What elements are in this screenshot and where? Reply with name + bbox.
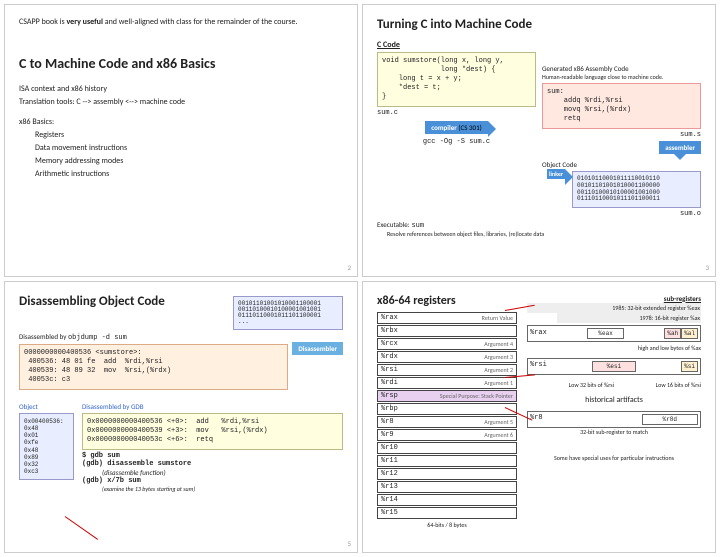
obj-code: 01010110001011110010110 0010110100101000…	[572, 171, 701, 207]
slide-title: C to Machine Code and x86 Basics	[19, 55, 343, 72]
rax-diagram: %rax %eax %ah%al	[527, 325, 701, 342]
slide-title: x86-64 registers	[377, 294, 517, 308]
register-row: %r15	[377, 507, 517, 519]
register-row: %rdxArgument 3	[377, 351, 517, 363]
line: Registers	[35, 130, 343, 140]
obj-heading: Object Code	[542, 160, 701, 169]
c-code-heading: C Code	[377, 40, 536, 50]
footer: Some have special uses for particular in…	[527, 454, 701, 462]
line: ISA context and x86 history	[19, 84, 343, 94]
line: Memory addressing modes	[35, 156, 343, 166]
line: x86 Basics:	[19, 117, 343, 127]
page-number: 5	[347, 539, 351, 548]
asm-sub: Human-readable language close to machine…	[542, 73, 701, 81]
hist-1978: 1978: 16-bit register %ax	[557, 313, 701, 323]
register-list: %raxReturn Value%rbx%rcxArgument 4%rdxAr…	[377, 312, 517, 519]
r8-diagram: %r8 %r8d	[527, 411, 701, 428]
slide-4: x86-64 registers %raxReturn Value%rbx%rc…	[362, 281, 716, 554]
register-row: %r11	[377, 455, 517, 467]
rsi-labels: Low 32 bits of %rsiLow 16 bits of %rsi	[527, 381, 701, 389]
slide-title: Disassembling Object Code	[19, 294, 227, 332]
r8d-note: 32-bit sub-register to match	[527, 428, 701, 436]
object-heading: Object	[19, 402, 74, 411]
hist-heading: historical artifacts	[527, 395, 701, 405]
gdb-heading: Disassembled by GDB	[82, 402, 343, 411]
register-row: %r12	[377, 468, 517, 480]
assembler-arrow: assembler	[659, 141, 701, 154]
hex-bytes: 0x00400536: 0x48 0x01 0xfe 0x48 0x89 0x3…	[19, 413, 74, 481]
filename: sum.c	[377, 109, 536, 117]
line: Arithmetic instructions	[35, 169, 343, 179]
filename: sum.s	[542, 131, 701, 139]
hist-1985: 1985: 32-bit extended register %eax	[527, 303, 701, 313]
slide-title: Turning C into Machine Code	[377, 17, 701, 32]
register-row: %rspSpecial Purpose: Stack Pointer	[377, 390, 517, 402]
disasm-by: Disassembled by objdump -d sum	[19, 332, 343, 342]
register-row: %r9Argument 6	[377, 429, 517, 441]
exe-line: Executable: sum	[377, 220, 701, 230]
register-row: %raxReturn Value	[377, 312, 517, 324]
slide-1: CSAPP book is very useful and well-align…	[4, 4, 358, 277]
note: CSAPP book is very useful and well-align…	[19, 17, 343, 27]
filename: sum.o	[542, 210, 701, 218]
ahl-note: high and low bytes of %ax	[527, 344, 701, 352]
gcc-cmd: gcc -Og -S sum.c	[377, 138, 536, 146]
register-row: %rcxArgument 4	[377, 338, 517, 350]
register-row: %r13	[377, 481, 517, 493]
gdb-cmd: $ gdb sum	[82, 452, 343, 460]
line: Translation tools: C --> assembly <--> m…	[19, 97, 343, 107]
gdb-cmd: (gdb) disassemble sumstore	[82, 460, 343, 468]
page-number: 2	[347, 263, 351, 272]
register-row: %rbx	[377, 325, 517, 337]
obj-bits: 00101101001010001100001 0011010001010000…	[233, 296, 343, 330]
c-code: void sumstore(long x, long y, long *dest…	[377, 52, 536, 107]
linker-arrow: linker	[547, 169, 565, 179]
gdb-note: (disassemble function)	[102, 468, 343, 477]
compiler-arrow: compiler (CS 301)	[425, 121, 488, 134]
slide-3: Disassembling Object Code 00101101001010…	[4, 281, 358, 554]
objdump-out: 0000000000400536 <sumstore>: 400536: 48 …	[19, 344, 288, 390]
gdb-note: (examine the 13 bytes starting at sum)	[102, 485, 343, 493]
line: Data movement instructions	[35, 143, 343, 153]
gdb-out: 0x0000000000400536 <+0>: add %rdi,%rsi 0…	[82, 413, 343, 450]
footer: 64-bits / 8 bytes	[377, 521, 517, 529]
register-row: %rsiArgument 2	[377, 364, 517, 376]
page-number: 3	[705, 263, 709, 272]
slide-2: Turning C into Machine Code C Code void …	[362, 4, 716, 277]
exe-desc: Resolve references between object files,…	[387, 230, 701, 238]
register-row: %rdiArgument 1	[377, 377, 517, 389]
register-row: %r10	[377, 442, 517, 454]
red-connector	[65, 516, 98, 540]
gdb-cmd: (gdb) x/7b sum	[82, 477, 343, 485]
subreg-heading: sub-registers	[527, 294, 701, 303]
register-row: %r14	[377, 494, 517, 506]
asm-code: sum: addq %rdi,%rsi movq %rsi,(%rdx) ret…	[542, 83, 701, 129]
register-row: %r8Argument 5	[377, 416, 517, 428]
disassembler-arrow: Disassembler	[292, 342, 343, 355]
rsi-diagram: %rsi %esi %si	[527, 358, 701, 375]
register-row: %rbp	[377, 403, 517, 415]
asm-heading: Generated x86 Assembly Code	[542, 64, 701, 73]
